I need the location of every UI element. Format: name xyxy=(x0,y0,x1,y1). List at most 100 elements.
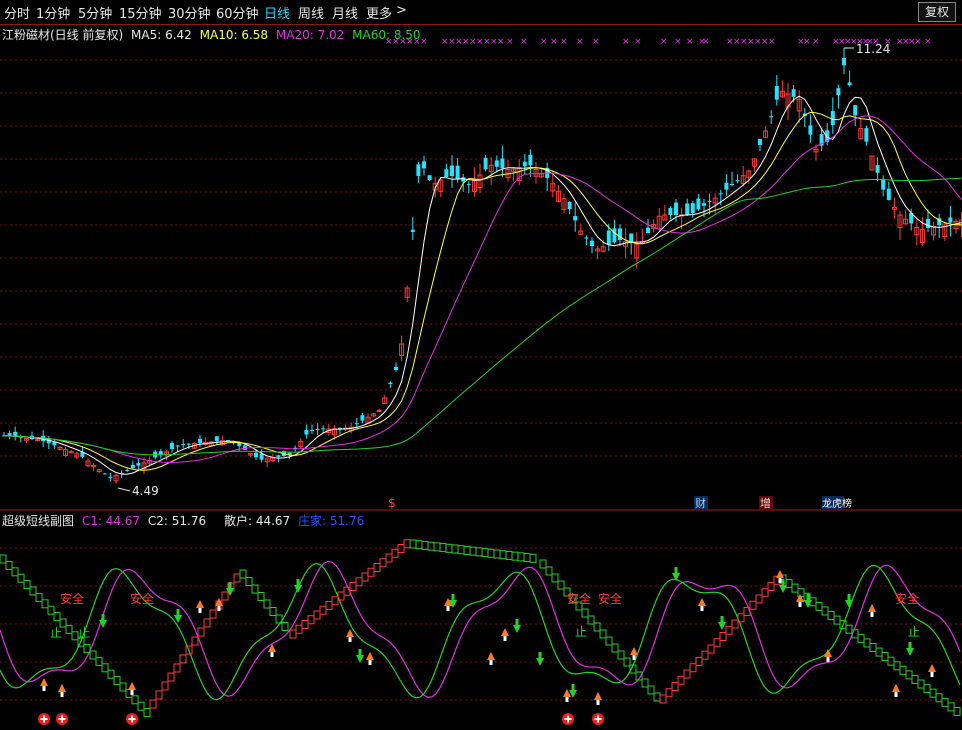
signal-up-arrow xyxy=(700,606,704,611)
signal-down-arrow xyxy=(804,600,812,608)
signal-down-arrow xyxy=(451,594,455,600)
signal-up-arrow xyxy=(128,682,136,690)
signal-up-arrow xyxy=(487,652,495,660)
banker-step-down xyxy=(511,551,519,561)
banker-step-down xyxy=(53,612,61,622)
signal-markers: × × × × × × × × × × × × × × × × × × × × × × × × × × × ×× × × × × × × × ×× × ×… xyxy=(385,37,932,47)
banker-step-down xyxy=(11,567,19,577)
signal-down-arrow xyxy=(515,619,519,625)
banker-step-up xyxy=(331,596,339,606)
candle-body xyxy=(198,438,202,443)
signal-x-marker: × xyxy=(420,37,428,47)
signal-up-arrow xyxy=(270,652,274,657)
banker-step-down xyxy=(101,663,109,673)
banker-step-down xyxy=(833,615,841,625)
candle-body xyxy=(730,183,734,185)
signal-up-arrow xyxy=(489,660,493,665)
banker-step-down xyxy=(539,559,547,569)
signal-x-marker: × xyxy=(702,37,710,47)
candle-body xyxy=(388,382,393,384)
banker-step-down xyxy=(647,685,655,695)
candle-body xyxy=(842,58,846,66)
signal-up-arrow xyxy=(446,606,450,611)
banker-step-up xyxy=(295,624,303,634)
banker-step-up xyxy=(361,572,369,582)
signal-down-arrow xyxy=(536,658,544,666)
banker-step-up xyxy=(707,644,715,654)
candle-body xyxy=(427,175,432,180)
banker-step-down xyxy=(257,592,265,601)
banker-step-down xyxy=(143,708,151,718)
candle-body xyxy=(774,86,779,100)
banker-step-down xyxy=(827,611,835,621)
candle-body xyxy=(108,476,113,478)
signal-up-arrow xyxy=(796,594,804,602)
candle-body xyxy=(618,228,622,240)
banker-step-down xyxy=(451,544,459,554)
banker-step-up xyxy=(683,669,691,679)
signal-up-arrow xyxy=(892,684,900,692)
banker-step-down xyxy=(245,577,253,586)
banker-step-down xyxy=(487,548,495,558)
finance-marker[interactable]: 财 xyxy=(695,496,706,510)
signal-x-marker: × xyxy=(592,37,600,47)
banker-step-down xyxy=(605,636,613,646)
banker-step-down xyxy=(427,541,435,551)
signal-up-arrow xyxy=(776,570,784,578)
candle-body xyxy=(674,202,678,215)
candle-body xyxy=(864,128,869,142)
signal-down-arrow xyxy=(513,625,521,633)
chart-labels: 11.24 4.49 $ 财 增 龙虎榜 xyxy=(117,42,890,510)
signal-down-arrow xyxy=(908,642,912,648)
banker-step-down xyxy=(587,615,595,625)
candle-body xyxy=(315,429,320,431)
banker-step-down xyxy=(905,670,913,680)
candle-body xyxy=(237,442,242,447)
banker-step-down xyxy=(923,684,931,694)
candle-body xyxy=(170,443,174,449)
candle-body xyxy=(769,116,774,118)
candle-body xyxy=(360,415,365,421)
candle-body xyxy=(668,207,673,215)
candle-body xyxy=(836,88,841,96)
banker-step-down xyxy=(137,701,145,711)
banker-step-up xyxy=(191,636,199,646)
candle-body xyxy=(847,82,852,86)
signal-down-arrow xyxy=(296,579,300,585)
candle-body xyxy=(444,169,449,177)
candle-body xyxy=(394,366,398,370)
candle-body xyxy=(214,436,219,442)
signal-x-marker: × xyxy=(497,37,505,47)
signal-x-marker: × xyxy=(560,37,568,47)
signal-up-arrow xyxy=(698,598,706,606)
signal-up-arrow xyxy=(60,692,64,697)
banker-step-up xyxy=(307,615,315,625)
dividend-marker[interactable]: $ xyxy=(388,496,396,510)
candle-body xyxy=(881,178,886,190)
increase-marker[interactable]: 增 xyxy=(760,496,771,510)
signal-x-marker: × xyxy=(803,37,811,47)
candle-body xyxy=(455,165,460,179)
banker-step-up xyxy=(725,625,733,635)
kline-chart[interactable]: × × × × × × × × × × × × × × × × × × × × × × × × × × × ×× × × × × × × × ×× × ×… xyxy=(0,0,962,730)
signal-down-arrow xyxy=(906,648,914,656)
banker-step-up xyxy=(689,663,697,673)
banker-step-up xyxy=(701,650,709,660)
candle-body xyxy=(612,228,617,243)
signal-up-arrow xyxy=(870,612,874,617)
candle-body xyxy=(125,469,130,471)
candle-body xyxy=(276,455,281,457)
lhb-marker[interactable]: 龙虎榜 xyxy=(822,497,852,510)
banker-step-down xyxy=(869,643,877,652)
candle-body xyxy=(416,164,421,176)
candle-body xyxy=(422,161,426,169)
banker-step-up xyxy=(367,567,375,577)
banker-step-down xyxy=(545,566,553,576)
candle-body xyxy=(68,451,74,454)
signal-up-arrow xyxy=(798,602,802,607)
signal-down-arrow xyxy=(718,622,726,630)
banker-step-up xyxy=(713,638,721,648)
signal-up-arrow xyxy=(196,600,204,608)
banker-step-up xyxy=(155,690,163,700)
banker-step-down xyxy=(89,650,97,660)
